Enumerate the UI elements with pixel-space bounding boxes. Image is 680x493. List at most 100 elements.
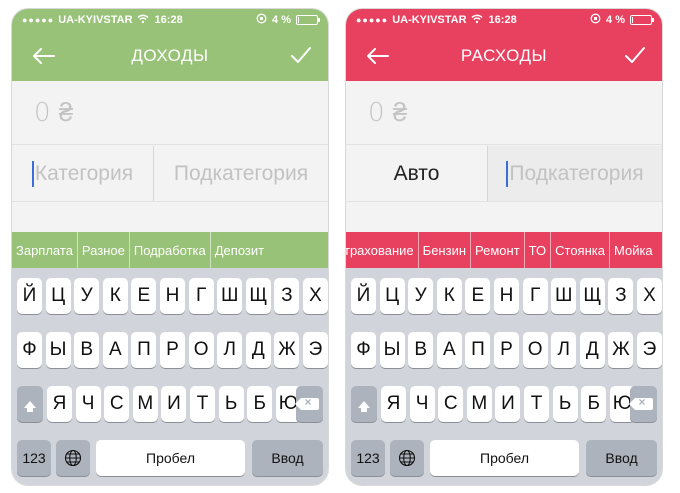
- globe-key[interactable]: [390, 440, 424, 476]
- key-letter[interactable]: З: [274, 278, 300, 314]
- key-letter[interactable]: Д: [579, 332, 605, 368]
- key-letter[interactable]: Ж: [274, 332, 300, 368]
- back-arrow-icon[interactable]: [30, 43, 56, 69]
- backspace-key[interactable]: [628, 386, 657, 422]
- key-letter[interactable]: Э: [303, 332, 328, 368]
- amount-field[interactable]: 0 ₴: [12, 81, 328, 145]
- suggestion-item[interactable]: Мойка: [608, 232, 657, 268]
- key-letter[interactable]: Ж: [608, 332, 634, 368]
- key-letter[interactable]: В: [74, 332, 100, 368]
- text-cursor: [506, 160, 509, 187]
- key-letter[interactable]: Е: [465, 278, 491, 314]
- key-letter[interactable]: Б: [581, 386, 607, 422]
- battery-percent: 4 %: [606, 14, 625, 26]
- category-field[interactable]: Авто: [346, 146, 488, 201]
- key-letter[interactable]: Ы: [379, 332, 405, 368]
- key-letter[interactable]: Б: [247, 386, 273, 422]
- key-letter[interactable]: Л: [217, 332, 243, 368]
- key-letter[interactable]: Т: [190, 386, 215, 422]
- checkmark-icon[interactable]: [288, 43, 314, 69]
- numbers-key[interactable]: 123: [351, 440, 385, 476]
- key-letter[interactable]: Ц: [45, 278, 71, 314]
- key-letter[interactable]: М: [132, 386, 158, 422]
- key-letter[interactable]: Н: [160, 278, 185, 314]
- key-letter[interactable]: Р: [160, 332, 185, 368]
- space-key[interactable]: Пробел: [430, 440, 579, 476]
- numbers-key[interactable]: 123: [17, 440, 51, 476]
- key-letter[interactable]: Я: [381, 386, 406, 422]
- key-letter[interactable]: Ш: [217, 278, 243, 314]
- key-letter[interactable]: Й: [17, 278, 42, 314]
- signal-icon: ●●●●●: [22, 15, 55, 25]
- key-letter[interactable]: Ф: [351, 332, 376, 368]
- backspace-icon: [294, 395, 319, 410]
- subcategory-field[interactable]: Подкатегория: [154, 146, 328, 201]
- key-letter[interactable]: М: [466, 386, 492, 422]
- key-letter[interactable]: Н: [494, 278, 519, 314]
- suggestion-item[interactable]: Депозит: [209, 232, 268, 268]
- key-letter[interactable]: Э: [637, 332, 662, 368]
- key-letter[interactable]: П: [465, 332, 491, 368]
- shift-key[interactable]: [351, 386, 377, 422]
- key-letter[interactable]: И: [161, 386, 187, 422]
- key-letter[interactable]: Р: [494, 332, 519, 368]
- key-letter[interactable]: А: [102, 332, 128, 368]
- key-letter[interactable]: У: [74, 278, 100, 314]
- key-letter[interactable]: Ш: [551, 278, 577, 314]
- key-letter[interactable]: П: [131, 332, 157, 368]
- key-letter[interactable]: К: [436, 278, 462, 314]
- key-letter[interactable]: Ь: [552, 386, 578, 422]
- key-letter[interactable]: Ц: [379, 278, 405, 314]
- key-letter[interactable]: Ч: [409, 386, 435, 422]
- key-letter[interactable]: У: [408, 278, 434, 314]
- key-letter[interactable]: Щ: [245, 278, 271, 314]
- enter-key[interactable]: Ввод: [252, 440, 323, 476]
- key-letter[interactable]: С: [438, 386, 464, 422]
- key-letter[interactable]: О: [188, 332, 214, 368]
- key-letter[interactable]: Щ: [579, 278, 605, 314]
- key-letter[interactable]: Ы: [45, 332, 71, 368]
- key-letter[interactable]: Я: [47, 386, 72, 422]
- text-cursor: [31, 160, 34, 187]
- key-letter[interactable]: И: [495, 386, 521, 422]
- key-letter[interactable]: В: [408, 332, 434, 368]
- space-key[interactable]: Пробел: [96, 440, 245, 476]
- key-letter[interactable]: Й: [351, 278, 376, 314]
- amount-field[interactable]: 0 ₴: [346, 81, 662, 145]
- enter-key[interactable]: Ввод: [586, 440, 657, 476]
- key-letter[interactable]: Г: [522, 278, 548, 314]
- shift-key[interactable]: [17, 386, 43, 422]
- category-field[interactable]: Категория: [12, 146, 154, 201]
- suggestion-item[interactable]: Бензин: [417, 232, 470, 268]
- key-letter[interactable]: Е: [131, 278, 157, 314]
- back-arrow-icon[interactable]: [364, 43, 390, 69]
- key-letter[interactable]: А: [436, 332, 462, 368]
- key-letter[interactable]: Т: [524, 386, 549, 422]
- suggestion-item[interactable]: Стоянка: [550, 232, 609, 268]
- key-letter[interactable]: Х: [303, 278, 328, 314]
- key-letter[interactable]: Ь: [218, 386, 244, 422]
- backspace-key[interactable]: [294, 386, 323, 422]
- key-letter[interactable]: Г: [188, 278, 214, 314]
- battery-fill: [632, 17, 633, 23]
- key-letter[interactable]: Л: [551, 332, 577, 368]
- suggestion-item[interactable]: Подработка: [128, 232, 210, 268]
- suggestion-item[interactable]: Зарплата: [12, 232, 77, 268]
- checkmark-icon[interactable]: [622, 43, 648, 69]
- key-letter[interactable]: Ф: [17, 332, 42, 368]
- key-letter[interactable]: О: [522, 332, 548, 368]
- suggestion-item[interactable]: трахование: [346, 232, 418, 268]
- key-letter[interactable]: Х: [637, 278, 662, 314]
- suggestion-item[interactable]: ТО: [523, 232, 550, 268]
- globe-key[interactable]: [56, 440, 90, 476]
- key-letter[interactable]: К: [102, 278, 128, 314]
- keyboard: ЙЦУКЕНГШЩЗХФЫВАПРОЛДЖЭЯЧСМИТЬБЮ123Пробел…: [12, 268, 328, 485]
- suggestion-item[interactable]: Разное: [76, 232, 129, 268]
- key-letter[interactable]: Д: [245, 332, 271, 368]
- key-letter[interactable]: С: [104, 386, 130, 422]
- page-title: ДОХОДЫ: [131, 46, 209, 65]
- key-letter[interactable]: З: [608, 278, 634, 314]
- suggestion-item[interactable]: Ремонт: [470, 232, 524, 268]
- subcategory-field[interactable]: Подкатегория: [488, 146, 662, 201]
- key-letter[interactable]: Ч: [75, 386, 101, 422]
